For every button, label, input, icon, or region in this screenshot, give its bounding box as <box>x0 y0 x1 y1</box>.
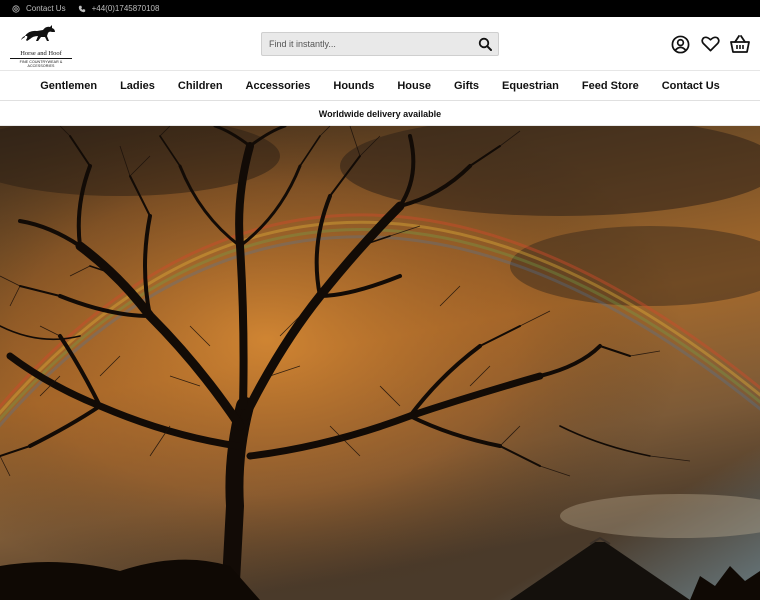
nav-item-ladies[interactable]: Ladies <box>120 80 155 92</box>
phone-icon <box>78 5 85 12</box>
phone-link[interactable]: +44(0)1745870108 <box>78 4 160 13</box>
hero-image <box>0 126 760 600</box>
site-logo[interactable]: Horse and Hoof FINE COUNTRYWEAR & ACCESS… <box>10 24 72 68</box>
nav-item-equestrian[interactable]: Equestrian <box>502 80 559 92</box>
basket-button[interactable] <box>730 34 750 54</box>
promo-text: Worldwide delivery available <box>318 108 442 119</box>
search-bar <box>261 32 499 56</box>
logo-tagline: FINE COUNTRYWEAR & ACCESSORIES <box>10 58 72 68</box>
nav-item-gifts[interactable]: Gifts <box>454 80 479 92</box>
nav-item-feed-store[interactable]: Feed Store <box>582 80 639 92</box>
wishlist-heart-icon <box>700 36 720 52</box>
nav-item-contact-us[interactable]: Contact Us <box>662 80 720 92</box>
phone-number: +44(0)1745870108 <box>91 4 160 13</box>
header-icons <box>670 34 750 54</box>
top-bar: Contact Us +44(0)1745870108 <box>0 0 760 17</box>
site-header: Horse and Hoof FINE COUNTRYWEAR & ACCESS… <box>0 17 760 71</box>
search-input[interactable] <box>262 33 472 55</box>
main-nav: Gentlemen Ladies Children Accessories Ho… <box>0 72 760 101</box>
nav-item-hounds[interactable]: Hounds <box>333 80 374 92</box>
nav-item-house[interactable]: House <box>397 80 431 92</box>
basket-icon <box>730 34 750 53</box>
hero-banner[interactable] <box>0 126 760 600</box>
contact-link[interactable]: Contact Us <box>12 4 66 13</box>
promo-banner: Worldwide delivery available <box>0 102 760 126</box>
contact-link-label: Contact Us <box>26 4 66 13</box>
search-icon <box>478 37 492 51</box>
wishlist-button[interactable] <box>700 34 720 54</box>
nav-item-accessories[interactable]: Accessories <box>246 80 311 92</box>
nav-item-gentlemen[interactable]: Gentlemen <box>40 80 97 92</box>
logo-brand: Horse and Hoof <box>20 50 62 57</box>
horse-logo-icon <box>21 25 55 41</box>
account-button[interactable] <box>670 34 690 54</box>
search-button[interactable] <box>476 35 494 53</box>
nav-item-children[interactable]: Children <box>178 80 223 92</box>
account-icon <box>671 35 689 53</box>
at-icon <box>12 4 20 13</box>
